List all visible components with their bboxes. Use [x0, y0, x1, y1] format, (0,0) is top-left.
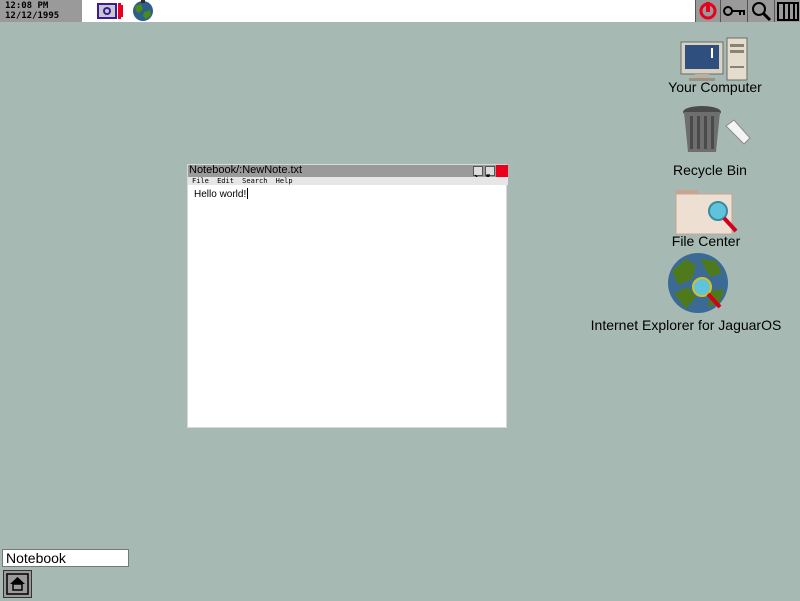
columns-icon[interactable] [774, 0, 800, 22]
desktop-icon-label: File Center [671, 233, 741, 249]
computer-icon [680, 37, 748, 81]
start-button[interactable] [3, 570, 32, 598]
menu-search[interactable]: Search [242, 177, 267, 185]
notebook-window[interactable]: Notebook/:NewNote.txt File Edit Search H… [187, 164, 508, 428]
globe-search-icon [668, 253, 728, 313]
top-bar: 12:08 PM 12/12/1995 [0, 0, 800, 22]
menu-help[interactable]: Help [276, 177, 293, 185]
desktop-icon-label: Your Computer [668, 79, 762, 95]
desktop-icon-your-computer[interactable]: Your Computer [668, 36, 762, 100]
window-titlebar[interactable]: Notebook/:NewNote.txt [188, 164, 508, 182]
close-button[interactable] [496, 165, 508, 177]
text-caret [247, 188, 249, 199]
maximize-button[interactable] [485, 166, 495, 182]
desktop-icon-label: Internet Explorer for JaguarOS [590, 317, 782, 333]
camera-icon[interactable] [95, 0, 125, 22]
clock[interactable]: 12:08 PM 12/12/1995 [0, 0, 82, 22]
menu-edit[interactable]: Edit [217, 177, 234, 185]
folder-search-icon [675, 190, 738, 235]
window-menubar: File Edit Search Help [188, 177, 508, 185]
globe-icon[interactable] [131, 0, 155, 22]
minimize-button[interactable] [473, 166, 483, 182]
clock-date: 12/12/1995 [5, 11, 60, 21]
clock-time: 12:08 PM [5, 1, 49, 11]
taskbar-active-app[interactable]: Notebook [2, 549, 129, 567]
text-editor-area[interactable]: Hello world! [194, 188, 249, 200]
magnifier-icon[interactable] [747, 0, 775, 22]
window-title: Notebook/:NewNote.txt [189, 164, 303, 176]
power-icon[interactable] [695, 0, 721, 22]
desktop-icon-label: Recycle Bin [673, 162, 747, 178]
menu-file[interactable]: File [192, 177, 209, 185]
home-up-icon [6, 573, 29, 595]
desktop-icon-internet-explorer[interactable]: Internet Explorer for JaguarOS [580, 253, 792, 335]
desktop-icon-recycle-bin[interactable]: Recycle Bin [660, 104, 760, 180]
desktop-icon-file-center[interactable]: File Center [660, 187, 752, 251]
key-icon[interactable] [720, 0, 748, 22]
document-text: Hello world! [194, 189, 247, 200]
trash-icon [683, 106, 751, 152]
